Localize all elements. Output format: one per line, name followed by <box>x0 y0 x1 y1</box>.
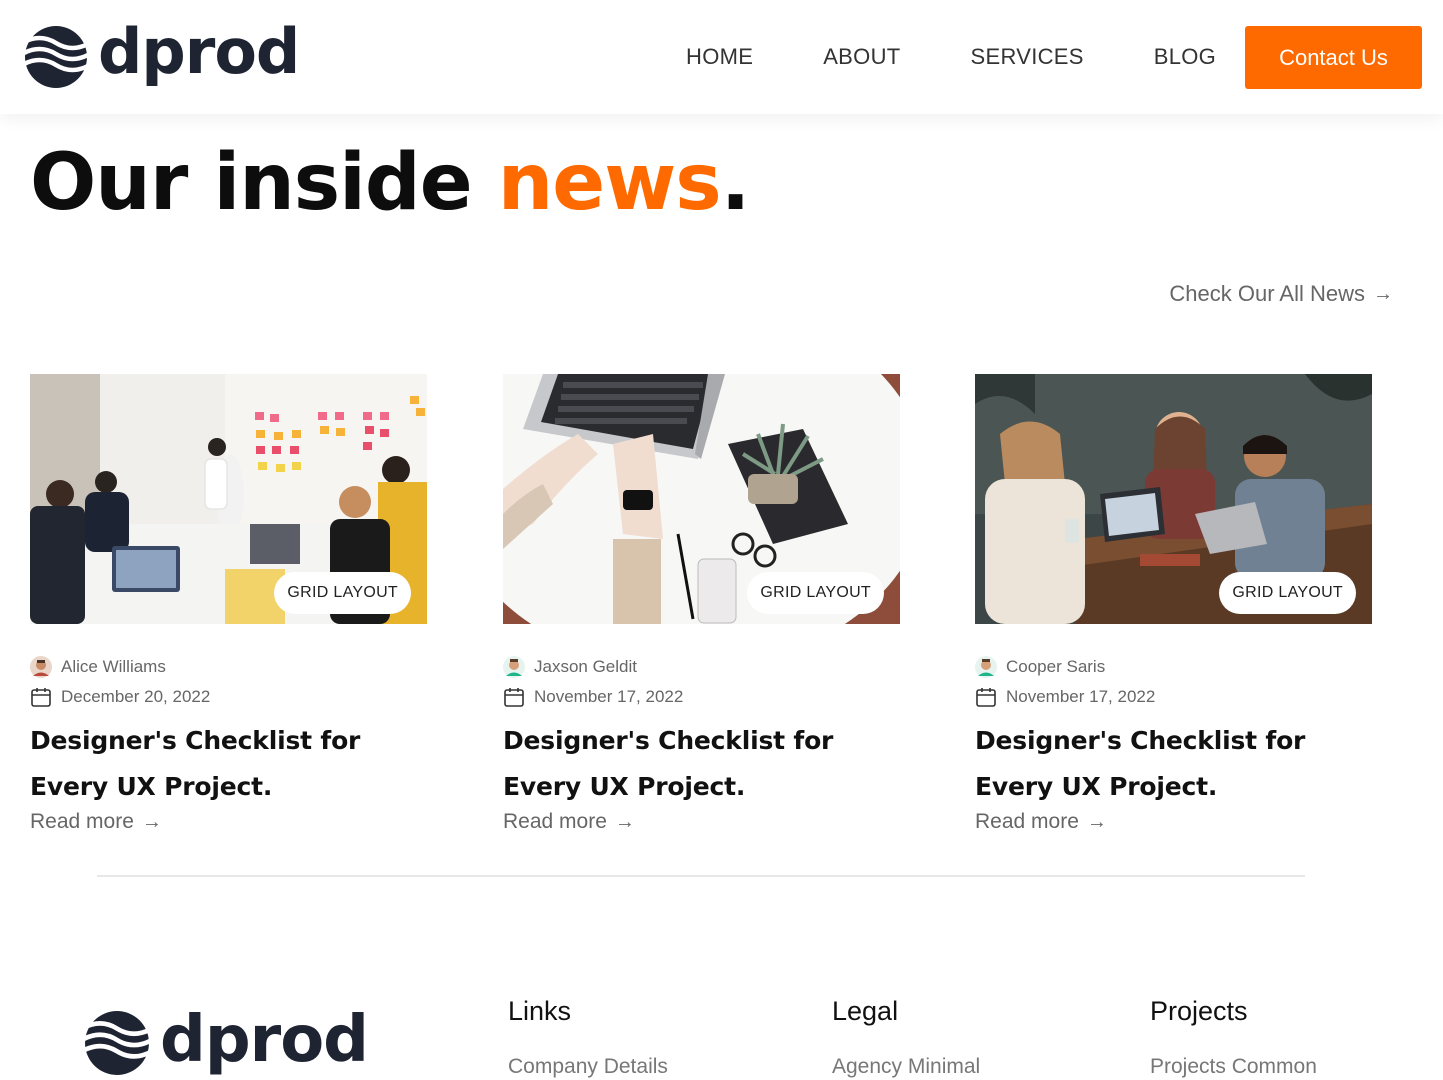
calendar-icon <box>504 688 524 707</box>
title-text: Our inside <box>30 138 498 228</box>
logo-waves-icon <box>84 1011 150 1075</box>
author-name[interactable]: Jaxson Geldit <box>534 657 637 677</box>
card-tag[interactable]: GRID LAYOUT <box>274 572 411 614</box>
card-meta: Jaxson Geldit November 17, 2022 <box>503 652 900 712</box>
section-divider <box>97 875 1305 877</box>
card-image[interactable]: GRID LAYOUT <box>30 374 427 624</box>
news-card: GRID LAYOUT Jaxson Geldit November 17, 2… <box>503 374 900 834</box>
card-tag[interactable]: GRID LAYOUT <box>747 572 884 614</box>
author-avatar <box>30 656 52 678</box>
author-name[interactable]: Alice Williams <box>61 657 166 677</box>
calendar-icon <box>976 688 996 707</box>
card-title[interactable]: Designer's Checklist for Every UX Projec… <box>30 718 427 810</box>
nav-blog[interactable]: BLOG <box>1154 44 1216 70</box>
card-meta: Alice Williams December 20, 2022 <box>30 652 427 712</box>
read-more-label: Read more <box>975 810 1079 833</box>
author-avatar <box>503 656 525 678</box>
nav-home[interactable]: HOME <box>686 44 753 70</box>
author-name[interactable]: Cooper Saris <box>1006 657 1105 677</box>
footer-link-projects-common[interactable]: Projects Common <box>1150 1055 1317 1079</box>
footer-projects-heading: Projects <box>1150 996 1248 1026</box>
title-accent: news <box>497 138 722 228</box>
news-card: GRID LAYOUT Alice Williams December 20, … <box>30 374 427 834</box>
card-image[interactable]: GRID LAYOUT <box>503 374 900 624</box>
read-more-label: Read more <box>30 810 134 833</box>
nav-services[interactable]: SERVICES <box>971 44 1084 70</box>
check-all-news-label: Check Our All News <box>1169 281 1365 306</box>
footer-link-agency-minimal[interactable]: Agency Minimal <box>832 1055 980 1079</box>
card-meta: Cooper Saris November 17, 2022 <box>975 652 1372 712</box>
read-more-link[interactable]: Read more → <box>503 810 635 834</box>
brand-logo[interactable]: dprod <box>24 15 300 92</box>
nav-about[interactable]: ABOUT <box>823 44 900 70</box>
news-card: GRID LAYOUT Cooper Saris November 17, 20… <box>975 374 1372 834</box>
post-date: November 17, 2022 <box>1006 687 1156 706</box>
title-period: . <box>720 138 751 228</box>
calendar-icon <box>31 688 51 707</box>
arrow-right-icon: → <box>141 810 162 833</box>
card-title[interactable]: Designer's Checklist for Every UX Projec… <box>975 718 1372 810</box>
read-more-label: Read more <box>503 810 607 833</box>
post-date: December 20, 2022 <box>61 687 211 706</box>
footer-link-company-details[interactable]: Company Details <box>508 1055 668 1079</box>
author-avatar <box>975 656 997 678</box>
contact-us-button[interactable]: Contact Us <box>1245 26 1422 89</box>
brand-name: dprod <box>98 15 300 88</box>
footer-projects-column: Projects Projects Common <box>1150 996 1317 1079</box>
card-image[interactable]: GRID LAYOUT <box>975 374 1372 624</box>
footer-legal-heading: Legal <box>832 996 899 1026</box>
footer-legal-column: Legal Agency Minimal <box>832 996 980 1079</box>
footer-brand-logo[interactable]: dprod <box>84 1003 369 1077</box>
read-more-link[interactable]: Read more → <box>975 810 1107 834</box>
check-all-news-link[interactable]: Check Our All News → <box>1169 281 1393 307</box>
site-header: dprod HOME ABOUT SERVICES BLOG Contact U… <box>0 0 1443 114</box>
arrow-right-icon: → <box>614 810 635 833</box>
card-tag[interactable]: GRID LAYOUT <box>1219 572 1356 614</box>
arrow-right-icon: → <box>1373 282 1393 305</box>
page-title: Our inside news. <box>30 144 750 222</box>
main-nav: HOME ABOUT SERVICES BLOG <box>686 44 1286 70</box>
arrow-right-icon: → <box>1086 810 1107 833</box>
card-title[interactable]: Designer's Checklist for Every UX Projec… <box>503 718 900 810</box>
logo-waves-icon <box>24 26 88 88</box>
footer-links-column: Links Company Details <box>508 996 668 1079</box>
post-date: November 17, 2022 <box>534 687 684 706</box>
footer-links-heading: Links <box>508 996 572 1026</box>
read-more-link[interactable]: Read more → <box>30 810 162 834</box>
footer-brand-name: dprod <box>160 1003 369 1077</box>
